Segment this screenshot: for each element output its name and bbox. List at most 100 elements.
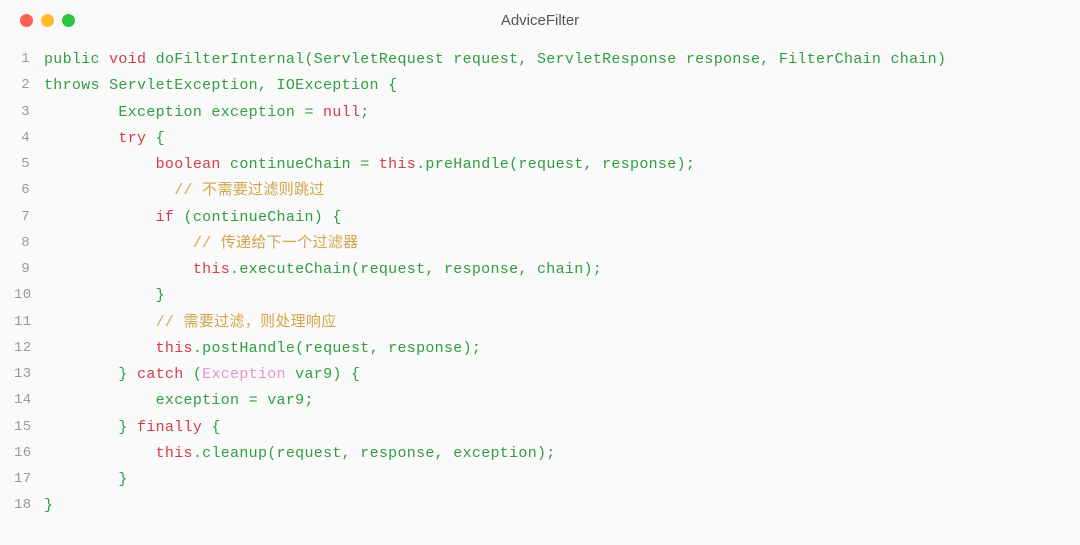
code-line[interactable]: 6 // 不需要过滤则跳过 <box>14 178 1060 204</box>
code-content[interactable]: // 传递给下一个过滤器 <box>44 231 1060 257</box>
line-number: 2 <box>14 73 44 99</box>
maximize-icon[interactable] <box>62 14 75 27</box>
code-line[interactable]: 2throws ServletException, IOException { <box>14 73 1060 99</box>
line-number: 3 <box>14 100 44 126</box>
code-token: { <box>146 130 165 147</box>
code-content[interactable]: // 需要过滤，则处理响应 <box>44 310 1060 336</box>
code-content[interactable]: // 不需要过滤则跳过 <box>44 178 1060 204</box>
code-content[interactable]: } finally { <box>44 415 1060 441</box>
line-number: 9 <box>14 257 44 283</box>
code-token <box>44 209 156 226</box>
line-number: 7 <box>14 205 44 231</box>
code-token <box>44 261 193 278</box>
code-line[interactable]: 11 // 需要过滤，则处理响应 <box>14 310 1060 336</box>
line-number: 14 <box>14 388 44 414</box>
code-token: // 传递给下一个过滤器 <box>193 235 359 252</box>
code-content[interactable]: this.executeChain(request, response, cha… <box>44 257 1060 283</box>
code-token: this <box>193 261 230 278</box>
line-number: 4 <box>14 126 44 152</box>
code-line[interactable]: 14 exception = var9; <box>14 388 1060 414</box>
line-number: 15 <box>14 415 44 441</box>
code-content[interactable]: this.cleanup(request, response, exceptio… <box>44 441 1060 467</box>
code-token: } <box>44 497 53 514</box>
close-icon[interactable] <box>20 14 33 27</box>
code-area[interactable]: 1public void doFilterInternal(ServletReq… <box>0 37 1080 530</box>
code-line[interactable]: 16 this.cleanup(request, response, excep… <box>14 441 1060 467</box>
code-line[interactable]: 3 Exception exception = null; <box>14 100 1060 126</box>
code-line[interactable]: 4 try { <box>14 126 1060 152</box>
code-token <box>44 445 156 462</box>
code-content[interactable]: } catch (Exception var9) { <box>44 362 1060 388</box>
code-token: public <box>44 51 109 68</box>
code-line[interactable]: 1public void doFilterInternal(ServletReq… <box>14 47 1060 73</box>
code-token <box>44 235 193 252</box>
code-token: // 需要过滤，则处理响应 <box>156 314 337 331</box>
titlebar: AdviceFilter <box>0 0 1080 37</box>
code-token <box>44 182 174 199</box>
code-content[interactable]: if (continueChain) { <box>44 205 1060 231</box>
code-line[interactable]: 8 // 传递给下一个过滤器 <box>14 231 1060 257</box>
code-line[interactable]: 13 } catch (Exception var9) { <box>14 362 1060 388</box>
code-token <box>44 340 156 357</box>
line-number: 10 <box>14 283 44 309</box>
code-token: doFilterInternal(ServletRequest request,… <box>146 51 946 68</box>
code-token: ( <box>184 366 203 383</box>
code-line[interactable]: 15 } finally { <box>14 415 1060 441</box>
code-token: } <box>44 419 137 436</box>
code-content[interactable]: } <box>44 283 1060 309</box>
code-token: { <box>202 419 221 436</box>
line-number: 6 <box>14 178 44 204</box>
code-line[interactable]: 10 } <box>14 283 1060 309</box>
code-token: } <box>44 287 165 304</box>
code-line[interactable]: 9 this.executeChain(request, response, c… <box>14 257 1060 283</box>
line-number: 17 <box>14 467 44 493</box>
line-number: 16 <box>14 441 44 467</box>
code-token: continueChain = <box>221 156 379 173</box>
code-token: .postHandle(request, response); <box>193 340 481 357</box>
code-token: void <box>109 51 146 68</box>
code-content[interactable]: boolean continueChain = this.preHandle(r… <box>44 152 1060 178</box>
code-token: throws <box>44 77 100 94</box>
code-token <box>44 314 156 331</box>
code-token: this <box>156 340 193 357</box>
code-token: exception = var9; <box>44 392 314 409</box>
code-token: ServletException, IOException { <box>100 77 398 94</box>
code-content[interactable]: try { <box>44 126 1060 152</box>
code-token: if <box>156 209 175 226</box>
code-token: .preHandle(request, response); <box>416 156 695 173</box>
line-number: 5 <box>14 152 44 178</box>
line-number: 13 <box>14 362 44 388</box>
code-content[interactable]: this.postHandle(request, response); <box>44 336 1060 362</box>
code-content[interactable]: } <box>44 467 1060 493</box>
code-token: finally <box>137 419 202 436</box>
code-content[interactable]: throws ServletException, IOException { <box>44 73 1060 99</box>
code-content[interactable]: public void doFilterInternal(ServletRequ… <box>44 47 1060 73</box>
code-token: boolean <box>156 156 221 173</box>
line-number: 18 <box>14 493 44 519</box>
code-line[interactable]: 18} <box>14 493 1060 519</box>
code-line[interactable]: 12 this.postHandle(request, response); <box>14 336 1060 362</box>
code-content[interactable]: Exception exception = null; <box>44 100 1060 126</box>
traffic-lights <box>20 14 75 27</box>
line-number: 8 <box>14 231 44 257</box>
code-token: var9) { <box>286 366 360 383</box>
code-token: } <box>44 366 137 383</box>
code-token: (continueChain) { <box>174 209 341 226</box>
editor-window: AdviceFilter 1public void doFilterIntern… <box>0 0 1080 545</box>
code-token: // 不需要过滤则跳过 <box>174 182 324 199</box>
code-content[interactable]: exception = var9; <box>44 388 1060 414</box>
code-token: .executeChain(request, response, chain); <box>230 261 602 278</box>
code-content[interactable]: } <box>44 493 1060 519</box>
window-title: AdviceFilter <box>16 12 1064 29</box>
code-token: .cleanup(request, response, exception); <box>193 445 556 462</box>
minimize-icon[interactable] <box>41 14 54 27</box>
code-token: ; <box>360 104 369 121</box>
line-number: 1 <box>14 47 44 73</box>
code-token <box>44 156 156 173</box>
code-token: Exception <box>202 366 286 383</box>
code-line[interactable]: 17 } <box>14 467 1060 493</box>
code-token: catch <box>137 366 184 383</box>
code-line[interactable]: 5 boolean continueChain = this.preHandle… <box>14 152 1060 178</box>
code-line[interactable]: 7 if (continueChain) { <box>14 205 1060 231</box>
code-token: try <box>118 130 146 147</box>
